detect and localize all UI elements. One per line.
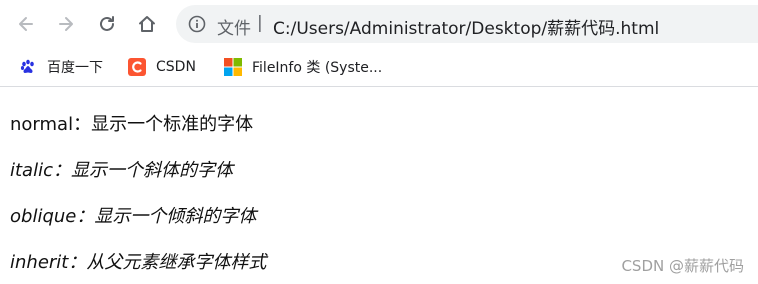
url-separator: | [257,13,263,33]
back-button[interactable] [10,8,42,40]
csdn-watermark: CSDN @薪薪代码 [621,257,744,275]
bookmark-label: FileInfo 类 (Syste... [252,60,383,76]
reload-button[interactable] [91,8,123,40]
bookmark-csdn[interactable]: CSDN [128,55,196,79]
back-arrow-icon [19,17,33,31]
scheme-label: 文件 [217,19,251,39]
home-icon [139,16,155,32]
url-text[interactable]: C:/Users/Administrator/Desktop/薪薪代码.html [273,14,659,39]
info-icon[interactable] [188,15,206,33]
browser-toolbar: 文件 | C:/Users/Administrator/Desktop/薪薪代码… [0,0,758,48]
font-style-inherit-line: inherit：从父元素继承字体样式 [10,252,267,273]
windows-logo-icon [224,58,242,76]
bookmark-fileinfo[interactable]: FileInfo 类 (Syste... [224,55,382,79]
forward-arrow-icon [59,17,73,31]
bookmark-label: 百度一下 [47,60,103,76]
home-button[interactable] [131,8,163,40]
font-style-italic-line: italic：显示一个斜体的字体 [10,160,233,181]
bookmarks-bar: 百度一下 CSDN FileInfo 类 (Syste... [0,48,758,87]
reload-icon [100,16,114,31]
address-bar[interactable]: 文件 | C:/Users/Administrator/Desktop/薪薪代码… [176,5,758,43]
bookmark-label: CSDN [156,59,196,75]
csdn-logo-icon [128,58,146,76]
font-style-normal-line: normal：显示一个标准的字体 [10,114,254,135]
baidu-paw-icon [19,58,37,76]
bookmark-baidu[interactable]: 百度一下 [19,55,103,79]
font-style-oblique-line: oblique：显示一个倾斜的字体 [10,206,257,227]
forward-button[interactable] [50,8,82,40]
